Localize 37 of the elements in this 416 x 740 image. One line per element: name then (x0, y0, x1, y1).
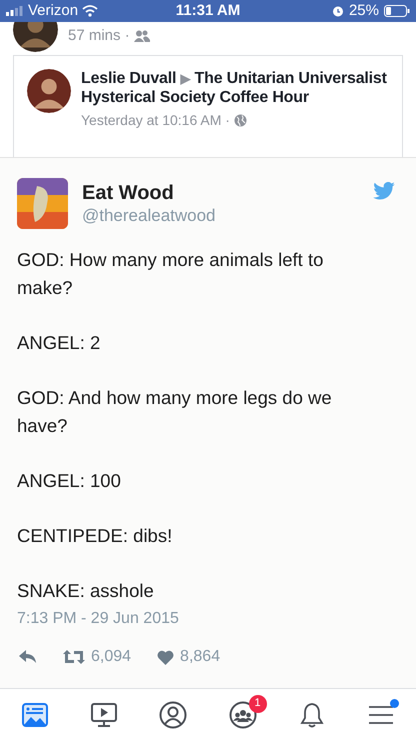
tab-bar-item[interactable]: 1 (216, 692, 269, 736)
news-feed-icon (22, 702, 48, 728)
signal-icon (6, 6, 24, 16)
like-count: 8,864 (180, 647, 220, 667)
bell-icon (298, 700, 325, 728)
post-author-line: Leslie Duvall ▶ The Unitarian Universalist Hysterical Society Coffee Hour (81, 69, 388, 107)
retweet-icon (63, 650, 85, 664)
battery-icon (384, 5, 410, 17)
tweet-text: GOD: And how many more legs do we have? (17, 386, 333, 438)
tweet-timestamp: 7:13 PM - 29 Jun 2015 (17, 609, 180, 629)
bird-icon (373, 182, 395, 200)
tweet-text: SNAKE: asshole (17, 579, 155, 603)
battery-percent: 25% (348, 0, 379, 21)
notification-badge: 1 (248, 694, 267, 712)
post-time: Yesterday at 10:16 AM · (81, 111, 230, 130)
tweet-text: CENTIPEDE: dibs! (17, 524, 174, 548)
clock-time: 11:31 AM (176, 0, 240, 21)
tweet-text: GOD: How many more animals left to make? (17, 248, 324, 300)
groups-icon (228, 700, 257, 728)
retweet-count: 6,094 (91, 647, 132, 667)
alarm-icon (332, 5, 344, 17)
avatar (27, 69, 71, 113)
reply-icon (19, 650, 37, 664)
tweet-author-name: Eat Wood (82, 181, 175, 205)
heart-icon (157, 650, 174, 664)
friends-icon (134, 30, 150, 42)
carrier-name: Verizon (28, 0, 78, 21)
video-icon (90, 702, 118, 728)
menu-icon (368, 704, 394, 726)
post-time: 57 mins · (68, 26, 130, 46)
avatar (17, 178, 68, 229)
tweet-handle: @therealeatwood (82, 205, 217, 226)
profile-icon (159, 700, 188, 728)
globe-icon (234, 114, 247, 127)
wifi-icon (82, 5, 98, 17)
tweet-text: ANGEL: 100 (17, 469, 122, 493)
tweet-text: ANGEL: 2 (17, 331, 102, 355)
